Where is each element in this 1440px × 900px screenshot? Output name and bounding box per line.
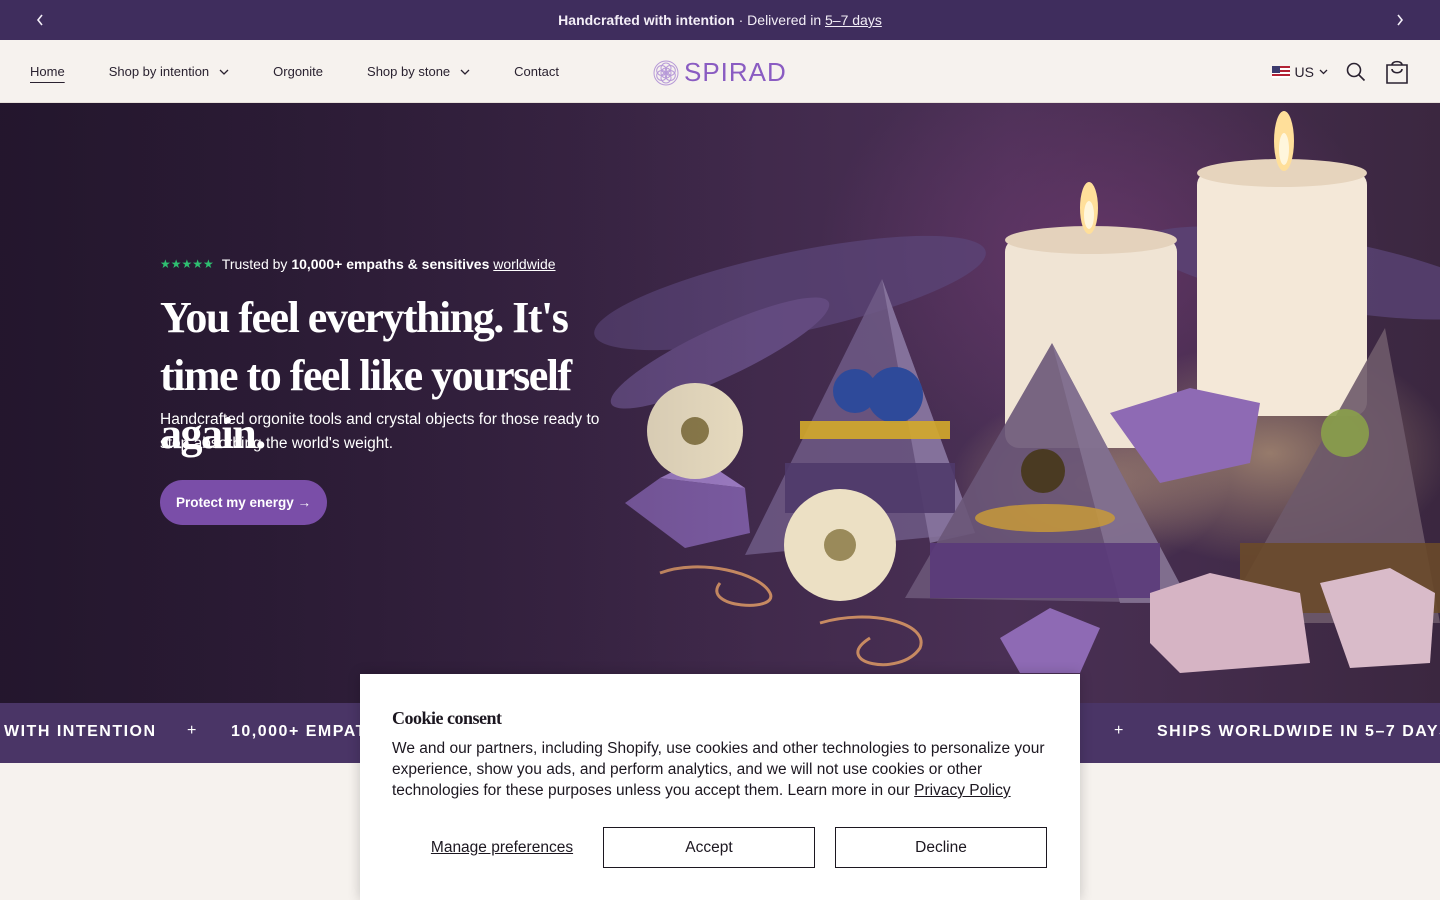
announcement-next-button[interactable] (1380, 0, 1420, 40)
announcement-sep: · Delivered in (734, 12, 825, 28)
announcement-bar: Handcrafted with intention · Delivered i… (0, 0, 1440, 40)
chevron-right-icon (1397, 14, 1404, 26)
country-selector[interactable]: US (1271, 63, 1328, 80)
trust-text: Trusted by 10,000+ empaths & sensitives … (222, 256, 556, 272)
nav-shop-by-stone-label: Shop by stone (367, 64, 451, 79)
accept-button[interactable]: Accept (603, 827, 815, 868)
search-icon[interactable] (1346, 62, 1366, 82)
nav-shop-by-intention[interactable]: Shop by intention (109, 64, 229, 79)
marquee-separator: + (1114, 722, 1124, 739)
brand-name: SPIRAD (684, 57, 787, 87)
announcement-link[interactable]: 5–7 days (825, 12, 882, 28)
cart-icon[interactable] (1384, 59, 1410, 85)
flower-of-life-icon (653, 60, 679, 85)
candle-right (1197, 111, 1367, 416)
header-utilities: US (1271, 40, 1410, 103)
rating-stars-icon: ★★★★★ (160, 257, 214, 271)
trust-line: ★★★★★ Trusted by 10,000+ empaths & sensi… (160, 256, 556, 272)
protect-energy-button[interactable]: Protect my energy → (160, 480, 327, 525)
site-header: Home Shop by intention Orgonite Shop by … (0, 40, 1440, 103)
country-label: US (1294, 63, 1314, 80)
marquee-item: WITH INTENTION (4, 723, 157, 740)
announcement-bold: Handcrafted with intention (558, 12, 735, 28)
us-flag-icon (1271, 65, 1290, 78)
announcement-text: Handcrafted with intention · Delivered i… (558, 12, 882, 28)
nav-shop-by-intention-label: Shop by intention (108, 64, 210, 79)
trust-prefix: Trusted by (221, 256, 292, 272)
nav-contact[interactable]: Contact (514, 64, 559, 79)
main-nav: Home Shop by intention Orgonite Shop by … (30, 40, 603, 103)
chevron-down-icon (219, 69, 229, 75)
marquee-item: SHIPS WORLDWIDE IN 5–7 DAYS (1157, 723, 1440, 740)
decline-button[interactable]: Decline (835, 827, 1047, 868)
privacy-policy-link[interactable]: Privacy Policy (914, 782, 1010, 799)
chevron-down-icon (460, 69, 470, 75)
trust-link[interactable]: worldwide (493, 256, 555, 272)
marquee-item: 10,000+ EMPAT (231, 723, 367, 740)
trust-bold: 10,000+ empaths & sensitives (291, 256, 490, 272)
nav-orgonite[interactable]: Orgonite (273, 64, 323, 79)
cookie-title: Cookie consent (392, 708, 502, 728)
nav-home[interactable]: Home (30, 64, 65, 79)
announcement-prev-button[interactable] (20, 0, 60, 40)
hero-subheadline: Handcrafted orgonite tools and crystal o… (160, 411, 600, 452)
chevron-down-icon (1319, 69, 1328, 74)
brand-logo[interactable]: SPIRAD (652, 57, 787, 88)
manage-preferences-button[interactable]: Manage preferences (392, 827, 612, 868)
chevron-left-icon (36, 14, 43, 26)
cookie-body: We and our partners, including Shopify, … (392, 738, 1052, 801)
nav-shop-by-stone[interactable]: Shop by stone (367, 64, 470, 79)
marquee-separator: + (187, 722, 197, 739)
hero-banner: ★★★★★ Trusted by 10,000+ empaths & sensi… (0, 103, 1440, 703)
cookie-consent-dialog: Cookie consent We and our partners, incl… (360, 674, 1080, 900)
